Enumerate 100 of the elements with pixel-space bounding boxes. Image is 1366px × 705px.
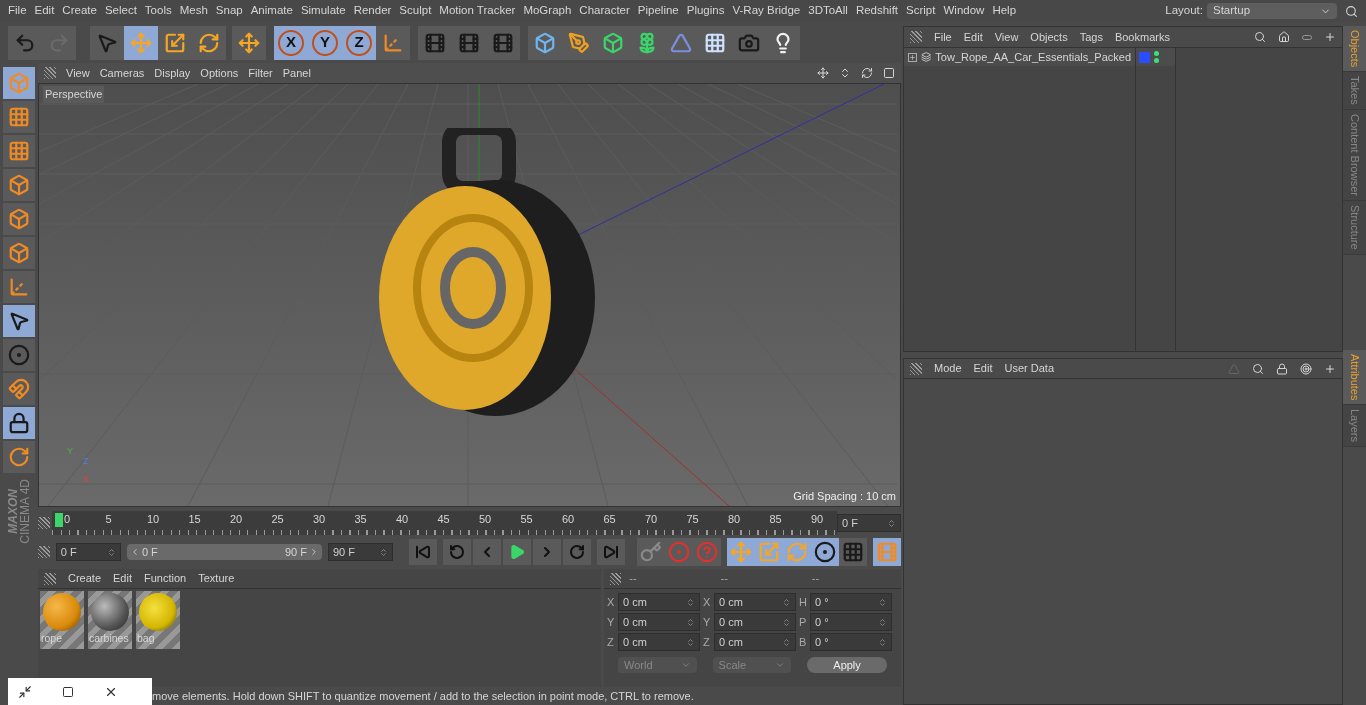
grip-icon[interactable] (38, 546, 50, 558)
menu-item[interactable]: Function (144, 570, 187, 587)
playback-button[interactable] (503, 539, 531, 565)
grip-icon[interactable] (610, 572, 622, 585)
menu-item[interactable]: Cameras (99, 64, 145, 82)
menu-item[interactable]: Edit (973, 360, 993, 377)
coordinate-field[interactable]: 0 ° (810, 593, 892, 611)
menu-item[interactable]: Options (200, 64, 239, 82)
grip-icon[interactable] (910, 362, 922, 375)
grip-icon[interactable] (38, 517, 50, 529)
tool-button[interactable] (232, 25, 266, 60)
tool-button[interactable] (528, 25, 562, 60)
visibility-dots-icon[interactable] (1154, 51, 1159, 63)
expand-toggle[interactable] (908, 52, 917, 62)
menu-item[interactable]: Panel (282, 64, 311, 82)
tool-button[interactable] (811, 538, 839, 566)
eye-icon[interactable] (1302, 34, 1312, 40)
tool-button[interactable] (376, 25, 410, 60)
tool-button[interactable] (766, 25, 800, 60)
menu-item[interactable]: Objects (1030, 28, 1068, 46)
viewport-canvas[interactable]: Perspective Y Z X Grid Spacing : 10 cm (38, 83, 901, 507)
lock-icon[interactable] (1276, 362, 1288, 375)
menu-item[interactable]: Snap (211, 2, 247, 20)
menu-item[interactable]: MoGraph (519, 2, 576, 20)
grip-icon[interactable] (44, 67, 56, 79)
tool-button[interactable] (192, 25, 226, 60)
coordinate-field[interactable]: 0 cm (714, 633, 796, 651)
layout-dropdown[interactable]: Startup (1207, 3, 1337, 19)
menu-item[interactable]: Filter (248, 64, 273, 82)
coordinate-field[interactable]: 0 ° (810, 633, 892, 651)
end-frame-field[interactable]: 90 F (327, 543, 393, 561)
coordinate-field[interactable]: 0 ° (810, 613, 892, 631)
range-slider[interactable]: 0 F 90 F (126, 544, 322, 560)
coordinate-field[interactable]: 0 cm (714, 593, 796, 611)
tool-button[interactable] (158, 25, 192, 60)
grip-icon[interactable] (44, 572, 56, 585)
menu-item[interactable]: File (4, 2, 31, 20)
menu-item[interactable]: Redshift (851, 2, 903, 20)
playback-button[interactable] (409, 539, 437, 565)
search-icon[interactable] (1254, 31, 1266, 43)
start-frame-field[interactable]: 0 F (55, 543, 121, 561)
new-panel-icon[interactable] (1324, 362, 1336, 375)
menu-item[interactable]: 3DToAll (804, 2, 852, 20)
menu-item[interactable]: Simulate (296, 2, 350, 20)
menu-item[interactable]: Edit (113, 570, 132, 587)
dolly-icon[interactable] (839, 67, 851, 79)
menu-item[interactable]: Help (988, 2, 1021, 20)
apply-button[interactable]: Apply (807, 657, 887, 673)
menu-item[interactable]: View (66, 64, 90, 82)
pan-icon[interactable] (817, 67, 829, 79)
menu-item[interactable]: Sculpt (395, 2, 436, 20)
menu-item[interactable]: Motion Tracker (435, 2, 520, 20)
new-panel-icon[interactable] (1324, 31, 1336, 43)
menu-item[interactable]: Mode (934, 360, 962, 377)
playback-button[interactable] (473, 539, 501, 565)
tool-button[interactable] (3, 407, 35, 439)
layer-color-swatch[interactable] (1139, 51, 1150, 63)
menu-item[interactable]: Window (939, 2, 989, 20)
timeline-ruler[interactable]: 0 5 10 15 20 25 30 35 40 45 50 55 60 65 70 75 80 85 90 (52, 511, 837, 535)
menu-item[interactable]: Create (68, 570, 102, 587)
playback-button[interactable] (597, 539, 625, 565)
coordinate-field[interactable]: 0 cm (618, 613, 700, 631)
tool-button[interactable] (3, 305, 35, 337)
playback-button[interactable] (443, 539, 471, 565)
axis-lock-button[interactable]: Y (308, 25, 342, 60)
tool-button[interactable] (124, 25, 158, 60)
menu-item[interactable]: Texture (198, 570, 235, 587)
menu-item[interactable]: Pipeline (633, 2, 683, 20)
menu-item[interactable]: Tags (1079, 28, 1103, 46)
playback-button[interactable] (533, 539, 561, 565)
menu-item[interactable]: User Data (1004, 360, 1055, 377)
menu-item[interactable]: Render (349, 2, 396, 20)
menu-item[interactable]: Animate (246, 2, 297, 20)
playhead-marker[interactable] (55, 513, 63, 527)
menu-item[interactable]: Mesh (175, 2, 212, 20)
axis-lock-button[interactable]: Z (342, 25, 376, 60)
menu-item[interactable]: Bookmarks (1114, 28, 1170, 46)
playback-button[interactable] (563, 539, 591, 565)
search-icon[interactable] (1252, 362, 1264, 375)
search-icon[interactable] (1345, 4, 1358, 18)
current-frame-field[interactable]: 0 F (837, 514, 901, 532)
orbit-icon[interactable] (861, 67, 873, 79)
grip-icon[interactable] (910, 31, 922, 43)
menu-item[interactable]: Tools (140, 2, 176, 20)
coordinate-field[interactable]: 0 cm (618, 593, 700, 611)
menu-item[interactable]: Script (902, 2, 940, 20)
menu-item[interactable]: Plugins (682, 2, 729, 20)
menu-item[interactable]: Create (58, 2, 101, 20)
axis-lock-button[interactable]: X (274, 25, 308, 60)
coordinate-field[interactable]: 0 cm (618, 633, 700, 651)
menu-item[interactable]: Character (575, 2, 634, 20)
menu-item[interactable]: Select (100, 2, 141, 20)
menu-item[interactable]: File (934, 28, 952, 46)
coordinate-field[interactable]: 0 cm (714, 613, 796, 631)
maximize-icon[interactable] (62, 685, 74, 698)
menu-item[interactable]: Edit (963, 28, 983, 46)
menu-item[interactable]: Display (154, 64, 191, 82)
menu-item[interactable]: Edit (30, 2, 59, 20)
home-icon[interactable] (1278, 31, 1290, 43)
menu-item[interactable]: View (994, 28, 1019, 46)
